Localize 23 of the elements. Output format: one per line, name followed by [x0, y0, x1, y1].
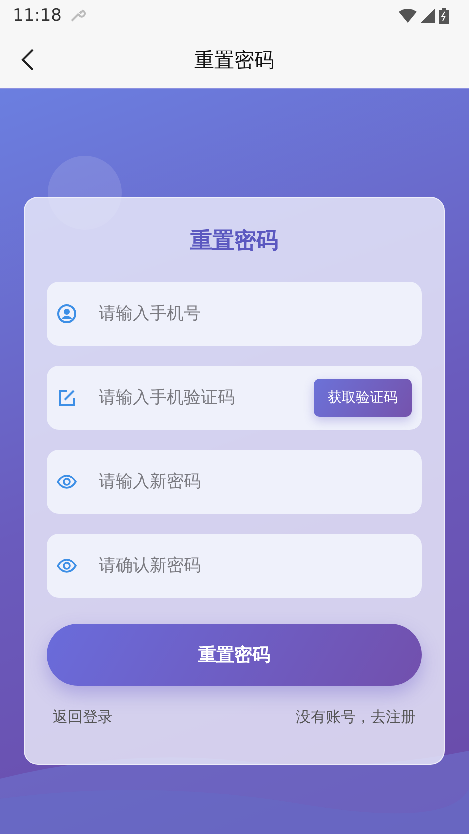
input-field[interactable]: 请确认新密码 — [47, 534, 422, 598]
status-time: 11:18 — [13, 6, 62, 26]
signal-icon — [421, 9, 435, 23]
edit-icon — [57, 388, 77, 408]
wifi-icon — [399, 9, 417, 23]
eye-icon — [57, 556, 77, 576]
user-icon — [57, 304, 77, 324]
text-link[interactable]: 没有账号，去注册 — [296, 708, 416, 727]
battery-icon — [439, 8, 449, 24]
text-input[interactable]: 请输入手机号 — [97, 303, 412, 325]
text-link[interactable]: 返回登录 — [53, 708, 113, 727]
input-field[interactable]: 请输入手机号 — [47, 282, 422, 346]
input-field[interactable]: 请输入新密码 — [47, 450, 422, 514]
input-field[interactable]: 请输入手机验证码 获取验证码 — [47, 366, 422, 430]
eye-icon — [57, 472, 77, 492]
form-title: 重置密码 — [190, 228, 280, 256]
text-input[interactable]: 请输入手机验证码 — [97, 387, 294, 409]
get-code-button[interactable]: 获取验证码 — [314, 379, 412, 417]
page-title: 重置密码 — [194, 46, 274, 74]
text-input[interactable]: 请输入新密码 — [97, 471, 412, 493]
reset-button[interactable]: 重置密码 — [47, 624, 422, 686]
back-icon[interactable] — [20, 48, 36, 72]
text-input[interactable]: 请确认新密码 — [97, 555, 412, 577]
